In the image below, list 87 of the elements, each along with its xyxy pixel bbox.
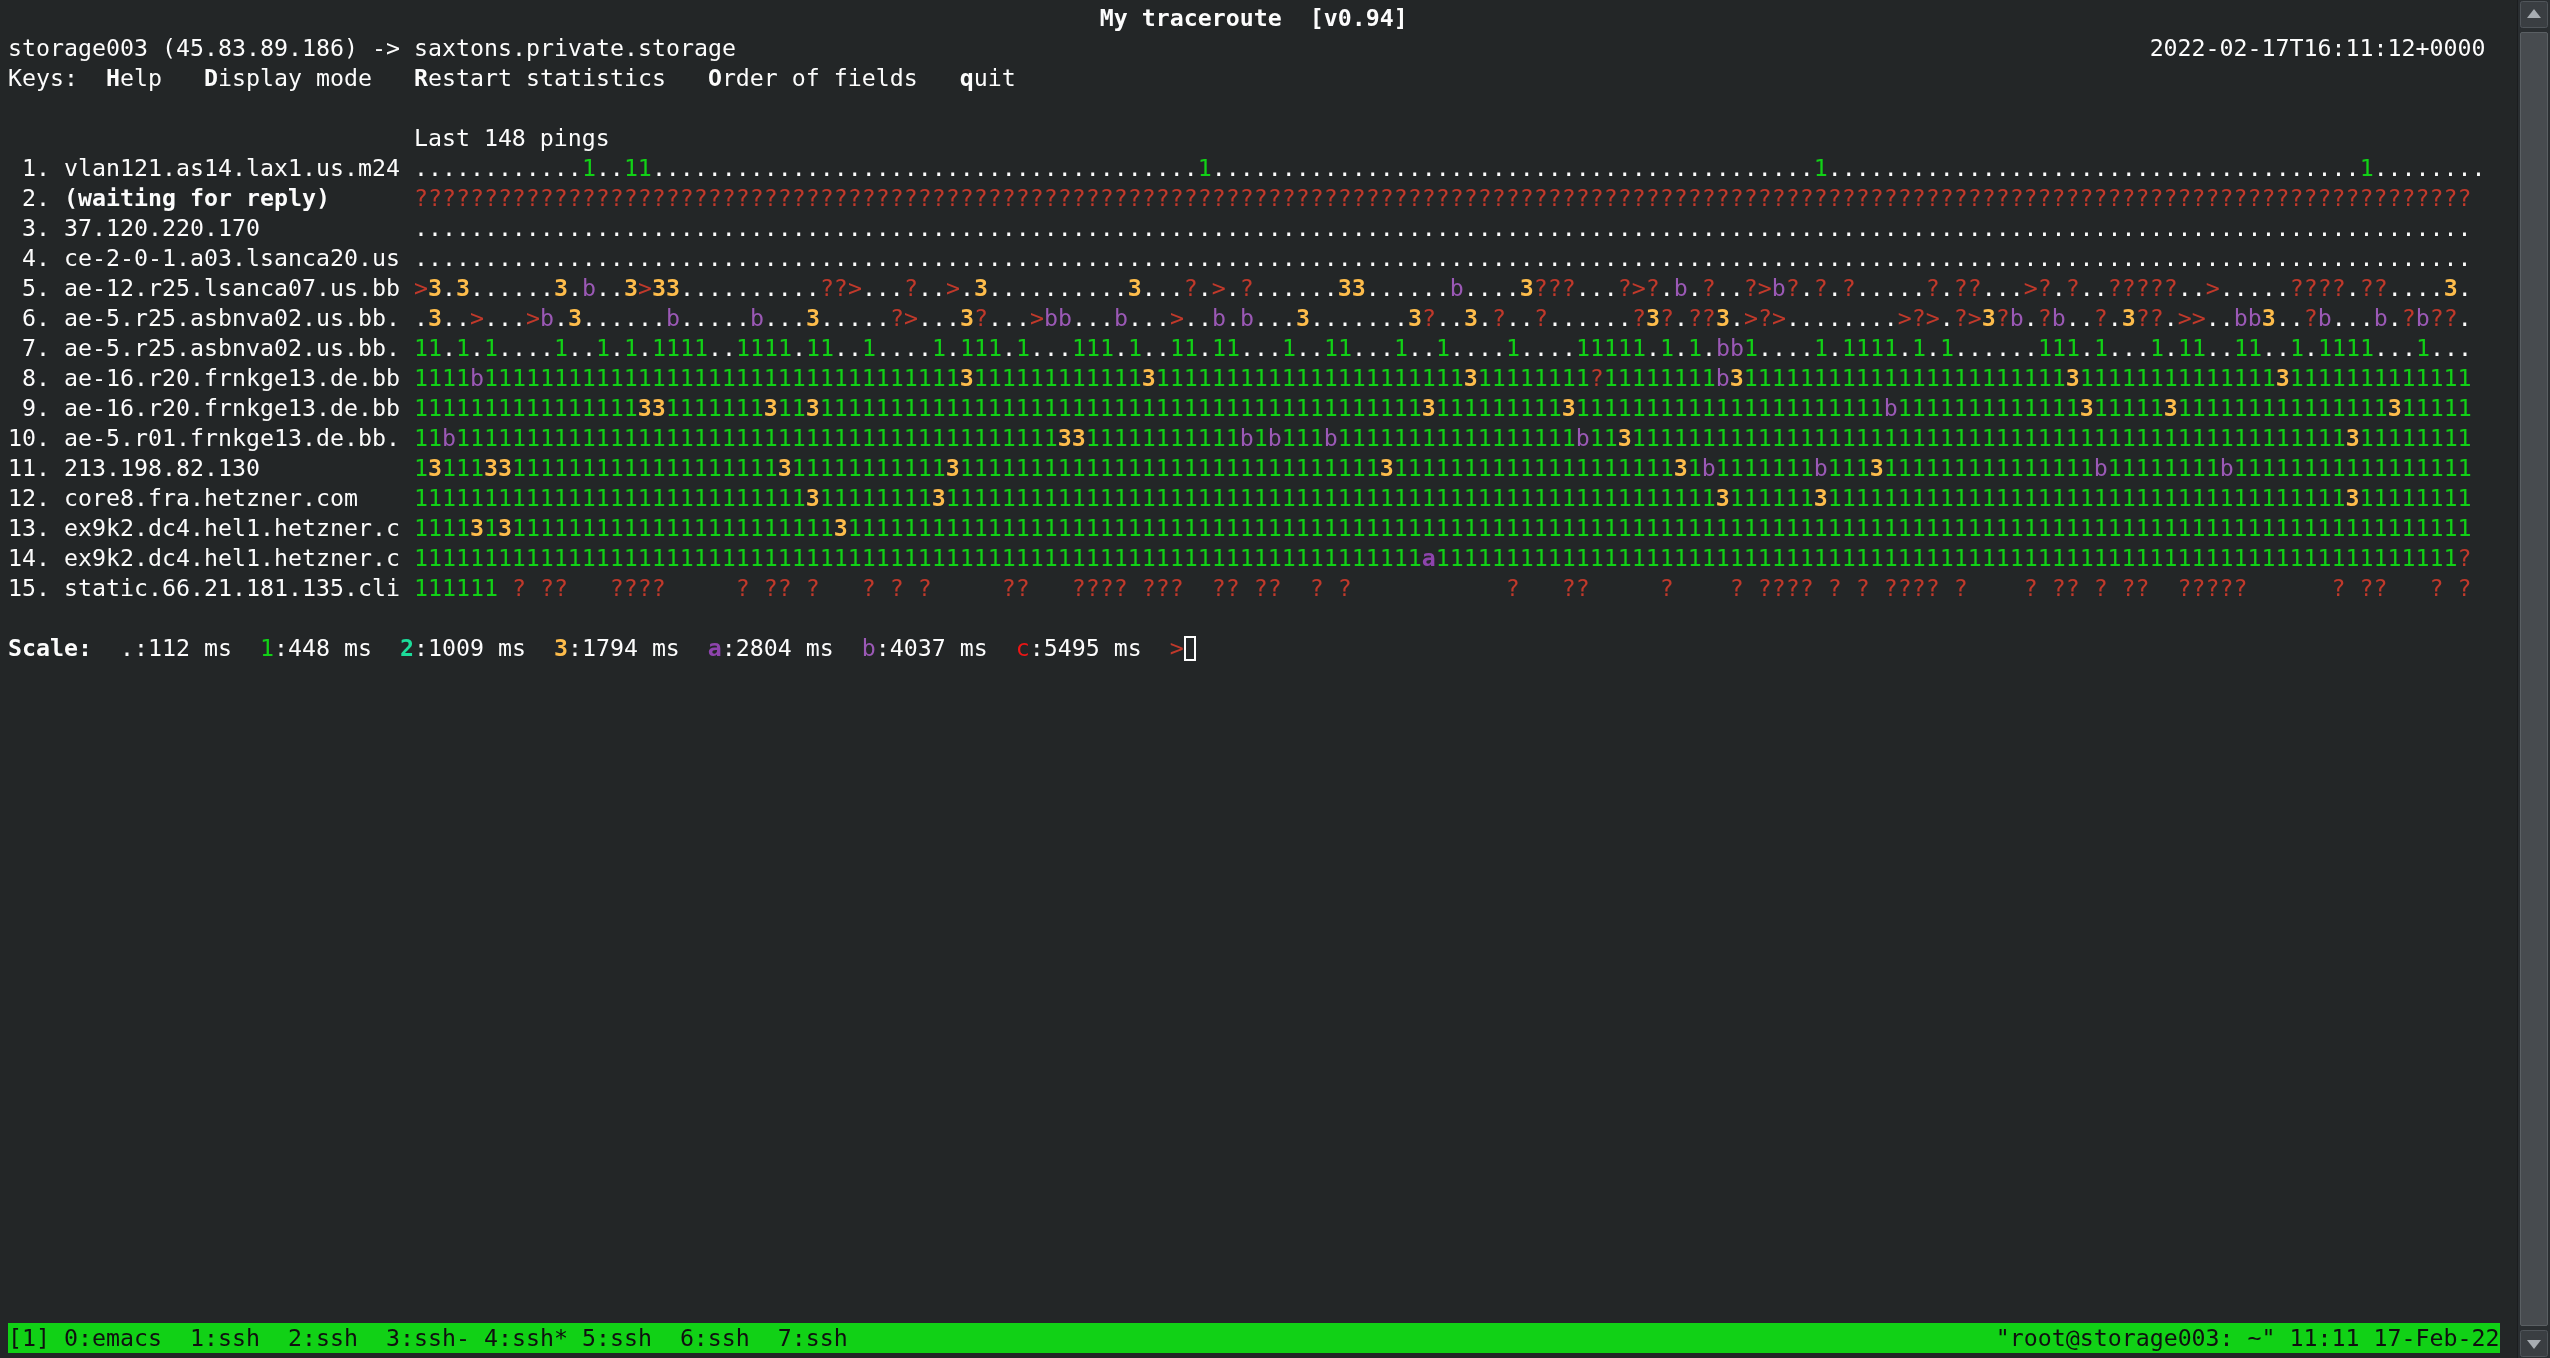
hop-number: 9. — [22, 393, 50, 423]
hop-number: 5. — [22, 273, 50, 303]
hop-number: 11. — [8, 453, 50, 483]
scale-range: :1009 ms — [413, 633, 526, 663]
hop-number: 7. — [22, 333, 50, 363]
ping-history: 111111111111111111111111111111111111111111111111111111111111111111111111a1111111111111111111111111111111111111111111111111111111111111111111111111? — [413, 543, 2472, 573]
hop-host: static.66.21.181.135.cli — [63, 573, 400, 603]
hop-number: 4. — [22, 243, 50, 273]
hop-number: 10. — [8, 423, 50, 453]
ping-history: 111111111111111133111111131131111111111111111111111111111111111111111111311111111131111111111111111111111b11111111111113111113111111111111111311111 — [413, 393, 2472, 423]
scale-range: :112 ms — [134, 633, 232, 663]
hop-host: ae-12.r25.lsanca07.us.bb — [63, 273, 400, 303]
hop-host: ae-5.r01.frnkge13.de.bb. — [63, 423, 400, 453]
window-tab[interactable]: 0:emacs — [64, 1323, 162, 1353]
window-tab[interactable]: 7:ssh — [777, 1323, 848, 1353]
key-hint: Order of fields — [707, 63, 918, 93]
window-tab[interactable]: 5:ssh — [581, 1323, 652, 1353]
hop-host: ae-5.r25.asbnva02.us.bb. — [63, 333, 400, 363]
scale-label: Scale: — [8, 633, 92, 663]
column-header: Last 148 pings — [413, 123, 610, 153]
hop-host: ce-2-0-1.a03.lsanca20.us — [63, 243, 400, 273]
clock-time: 11:11 — [2289, 1323, 2360, 1353]
scroll-thumb[interactable] — [2520, 32, 2548, 1326]
key-hint: Help — [105, 63, 162, 93]
scale-symbol: 2 — [399, 633, 414, 663]
hop-number: 3. — [22, 213, 50, 243]
ping-history: ??????????????????????????????????????????????????????????????????????????????????????????????????????????????????????????????????????????????????? — [413, 183, 2472, 213]
scroll-up-icon[interactable] — [2520, 1, 2548, 28]
ping-history: ................................................................................................................................................... — [413, 213, 2472, 243]
text-cursor — [1183, 636, 1196, 661]
hop-number: 8. — [22, 363, 50, 393]
scale-symbol: c — [1015, 633, 1030, 663]
timestamp: 2022-02-17T16:11:12+0000 — [2149, 33, 2486, 63]
hop-number: 13. — [8, 513, 50, 543]
app-title: My traceroute [v0.94] — [1099, 3, 1408, 33]
hop-host: ae-16.r20.frnkge13.de.bb — [63, 363, 400, 393]
scale-range: :5495 ms — [1029, 633, 1142, 663]
hop-number: 15. — [8, 573, 50, 603]
ping-history: ............1..11.......................................1...........................................1......................................1........ — [413, 153, 2486, 183]
ping-history: 111131311111111111111111111111311111111111111111111111111111111111111111111111111111111111111111111111111111111111111111111111111111111111111111111 — [413, 513, 2472, 543]
hop-host: core8.fra.hetzner.com — [63, 483, 358, 513]
hop-host: 213.198.82.130 — [63, 453, 260, 483]
window-tab[interactable]: 2:ssh — [287, 1323, 358, 1353]
hop-number: 1. — [22, 153, 50, 183]
hop-number: 6. — [22, 303, 50, 333]
hop-number: 14. — [8, 543, 50, 573]
hop-host: 37.120.220.170 — [63, 213, 260, 243]
ping-history: 1111b1111111111111111111111111111111111311111111111131111111111111111111111311111111?11111111b31111111111111111111111131111111111111131111111111111 — [413, 363, 2472, 393]
scale-symbol: . — [120, 633, 134, 663]
scale-symbol: a — [707, 633, 722, 663]
clock-date: 17-Feb-22 — [2373, 1323, 2500, 1353]
scale-range: :448 ms — [273, 633, 372, 663]
hop-host: ex9k2.dc4.hel1.hetzner.c — [63, 513, 400, 543]
ping-history: 111111111111111111111111111131111111131111111111111111111111111111111111111111111111111111111311111131111111111111111111111111111111111111311111111 — [413, 483, 2472, 513]
ping-history: ................................................................................................................................................... — [413, 243, 2472, 273]
ping-history: >3.3......3.b..3>33..........??>...?..>.3..........3...?.>.?......33......b....3???...?>?.b.?..?>b?.?.?.....?.??...>?.?..?????..>.....????.??....3. — [413, 273, 2472, 303]
scale-symbol: 1 — [259, 633, 274, 663]
window-tab[interactable]: 3:ssh- — [385, 1323, 470, 1353]
ping-history: 13111331111111111111111111311111111111311111111111111111111111111111131111111111111111111131b1111111b1113111111111111111b11111111b11111111111111111 — [413, 453, 2472, 483]
hop-number: 12. — [8, 483, 50, 513]
ping-history: 11.1.1....1..1.1.1111..1111.11..1....1.111.1...111.1..11.11...1..11...1..1....1....11111.1.1.bb1....1.1111.1.1......111.1...1.11..11..1.1111...1... — [413, 333, 2472, 363]
hop-number: 2. — [22, 183, 50, 213]
hop-host: (waiting for reply) — [63, 183, 330, 213]
scale-symbol: b — [861, 633, 876, 663]
window-tab[interactable]: 1:ssh — [189, 1323, 260, 1353]
ping-history: 111111 ? ?? ???? ? ?? ? ? ? ? ?? ???? ??? ?? ?? ? ? ? ?? ? ? ???? ? ? ???? ? ? ?? ? ?? ????? ? ?? ? ? — [413, 573, 2472, 603]
hop-host: ex9k2.dc4.hel1.hetzner.c — [63, 543, 400, 573]
hop-host: ae-16.r20.frnkge13.de.bb — [63, 393, 400, 423]
scale-range: :1794 ms — [567, 633, 680, 663]
ping-history: .3..>...>b.3......b.....b...3.....?>...3?...>bb...b...>..b.b...3.......3?..3.?..?......?3?.??3.>?>........>?>.?>3?b.?b..?.3??.>>..bb3..?b...b.?b??. — [413, 303, 2472, 333]
pane-title: "root@storage003: ~" — [1995, 1323, 2276, 1353]
session-label: [1] — [8, 1323, 50, 1353]
window-tab[interactable]: 4:ssh* — [483, 1323, 568, 1353]
scroll-down-icon[interactable] — [2520, 1330, 2548, 1357]
scale-range: :4037 ms — [875, 633, 988, 663]
key-hint: Restart statistics — [413, 63, 666, 93]
key-hint: quit — [959, 63, 1016, 93]
window-tab[interactable]: 6:ssh — [679, 1323, 750, 1353]
key-hint: Display mode — [203, 63, 372, 93]
hop-host: ae-5.r25.asbnva02.us.bb. — [63, 303, 400, 333]
route-text: storage003 (45.83.89.186) -> saxtons.private.storage — [8, 33, 736, 63]
scale-symbol: 3 — [553, 633, 568, 663]
scale-range: :2804 ms — [721, 633, 834, 663]
ping-history: 11b11111111111111111111111111111111111111111113311111111111b1b111b11111111111111111b113111111111111111111111111111111111111111111111111111311111111 — [413, 423, 2472, 453]
scale-symbol: > — [1169, 633, 1184, 663]
hop-host: vlan121.as14.lax1.us.m24 — [63, 153, 400, 183]
keys-label: Keys: — [8, 63, 79, 93]
